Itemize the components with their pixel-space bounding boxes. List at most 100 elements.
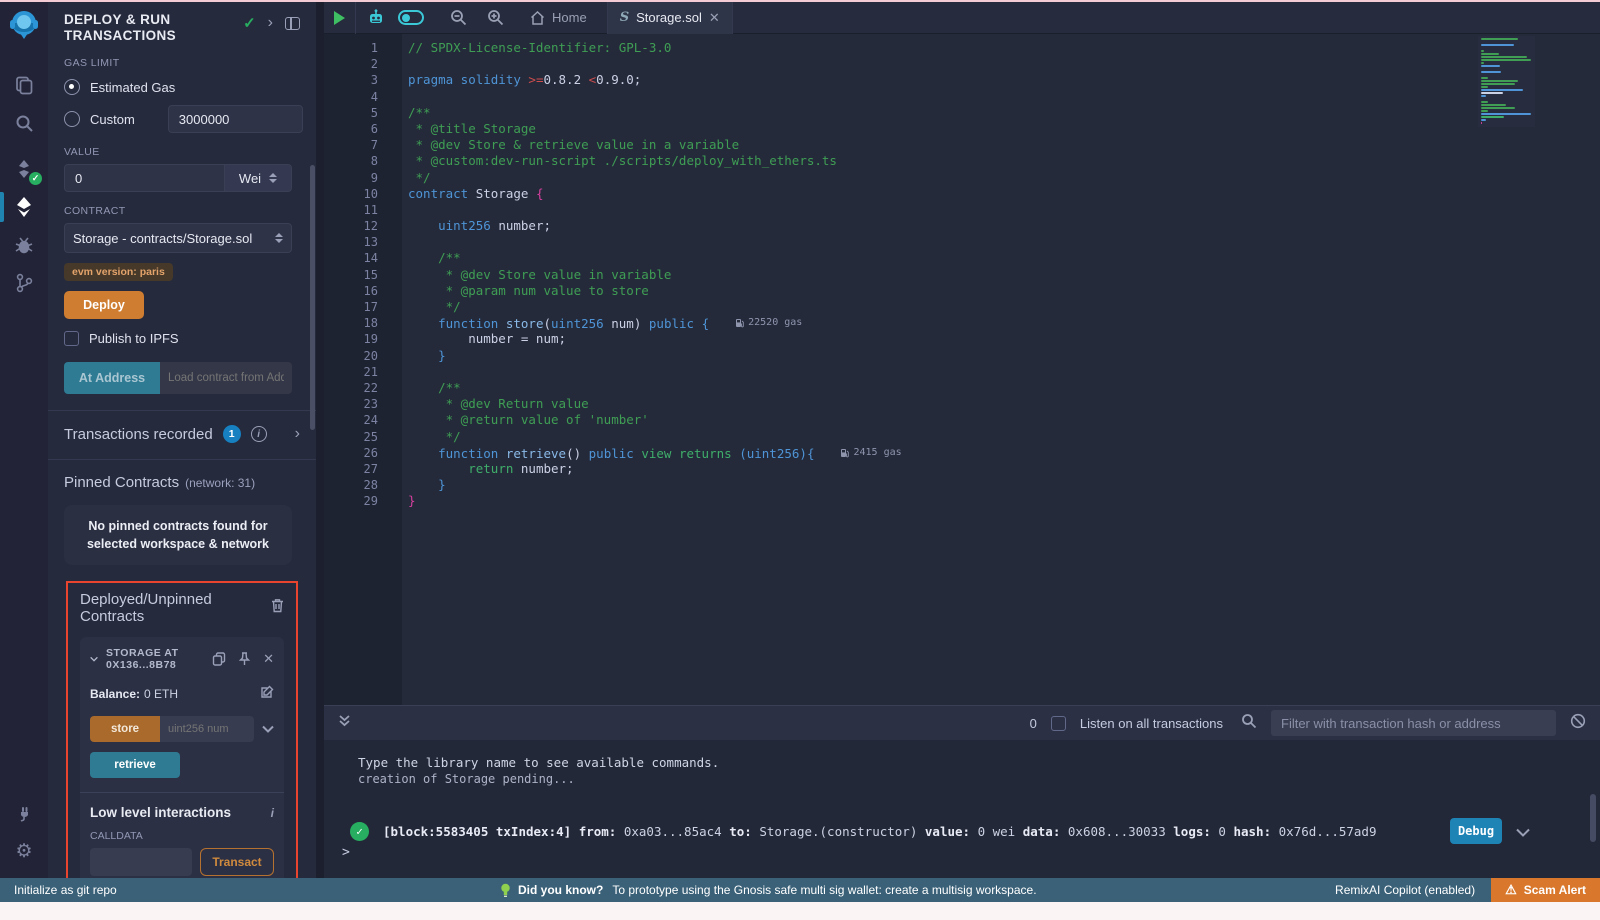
remix-logo-icon[interactable] [0,2,48,48]
search-icon[interactable] [0,104,48,142]
deployed-contract-card: STORAGE AT 0X136...8B78 ✕ Balan [80,637,284,878]
trash-icon[interactable] [271,598,284,618]
code-line[interactable]: /** [408,380,1600,396]
clear-console-icon[interactable] [1570,713,1586,734]
deploy-run-icon[interactable] [0,188,48,226]
terminal-scrollbar[interactable] [1590,794,1596,842]
debugger-icon[interactable] [0,226,48,264]
code-line[interactable] [408,202,1600,218]
code-line[interactable]: * @dev Return value [408,396,1600,412]
home-tab[interactable]: Home [520,2,597,34]
code-line[interactable]: uint256 number; [408,218,1600,234]
deploy-button[interactable]: Deploy [64,291,144,319]
code-line[interactable]: number = num; [408,331,1600,347]
code-line[interactable]: contract Storage { [408,186,1600,202]
code-line[interactable] [408,89,1600,105]
rail-bottom-group: ⚙ [0,794,48,870]
at-address-input[interactable] [160,362,292,394]
value-input[interactable] [64,164,225,192]
expand-args-icon[interactable] [262,720,274,738]
contract-select[interactable]: Storage - contracts/Storage.sol [64,223,292,253]
scam-alert-button[interactable]: ⚠ Scam Alert [1491,878,1600,902]
transaction-log-row[interactable]: ✓ [block:5583405 txIndex:4] from: 0xa03.… [350,818,1530,844]
code-editor[interactable]: 1234567891011121314151617181920212223242… [324,34,1600,705]
code-line[interactable]: } [408,493,1600,509]
git-icon[interactable] [0,264,48,302]
active-plugin-indicator [0,192,4,222]
code-line[interactable]: * @return value of 'number' [408,412,1600,428]
code-line[interactable] [408,364,1600,380]
code-line[interactable]: * @dev Store & retrieve value in a varia… [408,137,1600,153]
code-line[interactable]: * @dev Store value in variable [408,267,1600,283]
listen-all-checkbox[interactable] [1051,716,1066,731]
copilot-status[interactable]: RemixAI Copilot (enabled) [1335,883,1475,897]
settings-icon[interactable]: ⚙ [0,832,48,870]
transact-button[interactable]: Transact [200,848,274,876]
code-line[interactable]: */ [408,170,1600,186]
code-line[interactable]: /** [408,105,1600,121]
calldata-input[interactable] [90,848,192,876]
store-function-button[interactable]: store [90,716,160,742]
terminal-prompt[interactable]: > [342,845,350,860]
code-line[interactable]: /** [408,250,1600,266]
plugin-manager-icon[interactable] [0,794,48,832]
retrieve-function-button[interactable]: retrieve [90,752,180,778]
estimated-gas-radio[interactable] [64,79,80,95]
store-arg-input[interactable] [160,716,254,742]
chevron-right-icon[interactable]: › [295,425,300,443]
edit-balance-icon[interactable] [260,685,274,702]
code-line[interactable]: } [408,477,1600,493]
line-number: 5 [324,105,402,121]
terminal-message: creation of Storage pending... [358,771,1600,788]
editor-minimap[interactable] [1478,36,1535,127]
transactions-recorded-row[interactable]: Transactions recorded 1 i › [64,425,300,443]
zoom-in-button[interactable] [477,2,514,34]
pin-panel-icon[interactable] [285,17,300,30]
expand-log-icon[interactable] [1516,822,1530,841]
ai-copilot-icon[interactable] [356,2,396,34]
git-init-button[interactable]: Initialize as git repo [0,883,117,897]
at-address-button[interactable]: At Address [64,362,160,394]
panel-scrollbar[interactable] [310,165,315,430]
deployed-contract-label[interactable]: STORAGE AT 0X136...8B78 [106,647,204,671]
code-line[interactable]: * @param num value to store [408,283,1600,299]
remove-contract-icon[interactable]: ✕ [263,651,274,667]
code-line[interactable] [408,234,1600,250]
custom-gas-radio[interactable] [64,111,80,127]
collapse-terminal-icon[interactable] [338,714,351,732]
copilot-toggle[interactable] [396,2,434,34]
info-icon[interactable]: i [271,806,274,820]
solidity-compiler-icon[interactable]: ✓ [0,150,48,188]
code-content[interactable]: // SPDX-License-Identifier: GPL-3.0 pragm… [408,34,1600,705]
value-unit-select[interactable]: Wei [225,164,292,192]
publish-ipfs-checkbox[interactable] [64,331,79,346]
code-line[interactable]: function retrieve() public view returns … [408,445,1600,461]
code-line[interactable]: // SPDX-License-Identifier: GPL-3.0 [408,40,1600,56]
expand-panel-icon[interactable]: › [268,14,273,32]
code-line[interactable]: return number; [408,461,1600,477]
terminal-filter-input[interactable] [1271,710,1556,736]
code-line[interactable]: */ [408,429,1600,445]
code-line[interactable] [408,56,1600,72]
code-line[interactable]: pragma solidity >=0.8.2 <0.9.0; [408,72,1600,88]
file-explorer-icon[interactable] [0,66,48,104]
info-icon[interactable]: i [251,426,267,442]
code-line[interactable]: * @custom:dev-run-script ./scripts/deplo… [408,153,1600,169]
did-you-know-tip: Did you know? To prototype using the Gno… [500,883,1037,898]
copy-address-icon[interactable] [212,652,226,666]
pinned-contracts-header: Pinned Contracts (network: 31) [64,474,300,491]
code-line[interactable]: } [408,348,1600,364]
close-tab-icon[interactable]: ✕ [709,10,720,26]
tab-storage-sol[interactable]: S Storage.sol ✕ [608,2,732,34]
code-line[interactable]: function store(uint256 num) public {2252… [408,315,1600,331]
run-script-button[interactable] [324,2,355,34]
debug-button[interactable]: Debug [1450,818,1502,844]
code-line[interactable]: * @title Storage [408,121,1600,137]
collapse-chevron-icon[interactable] [90,655,98,663]
custom-gas-input[interactable] [168,105,303,133]
pin-contract-icon[interactable] [238,652,251,666]
code-line[interactable]: */ [408,299,1600,315]
terminal[interactable]: Type the library name to see available c… [324,740,1600,878]
estimated-gas-option[interactable]: Estimated Gas [64,75,300,99]
zoom-out-button[interactable] [440,2,477,34]
